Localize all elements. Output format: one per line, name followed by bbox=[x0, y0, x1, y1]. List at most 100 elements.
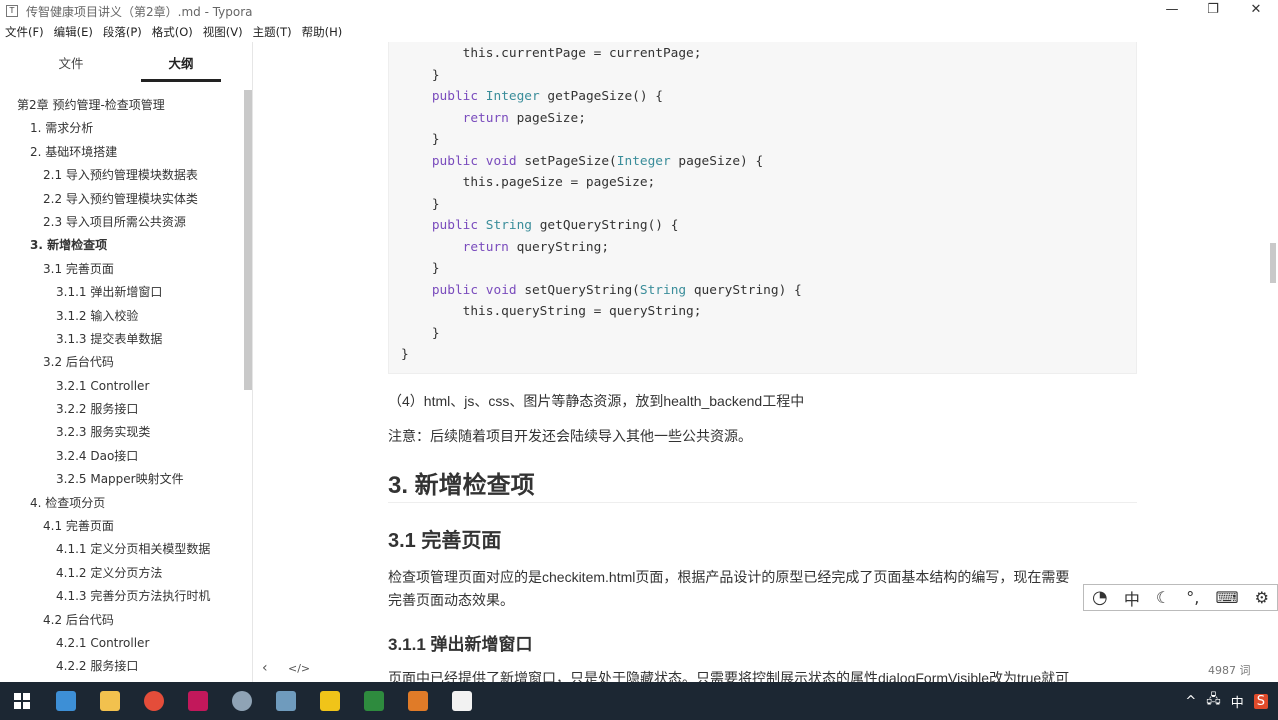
outline-item[interactable]: 1. 需求分析 bbox=[0, 117, 244, 140]
outline-item[interactable]: 3.2.2 服务接口 bbox=[0, 398, 244, 421]
ime-toolbar[interactable]: ◔ 中 ☾ °, ⌨ ⚙ bbox=[1083, 584, 1278, 611]
menu-file[interactable]: 文件(F) bbox=[0, 24, 49, 40]
outline-item[interactable]: 4.1.3 完善分页方法执行时机 bbox=[0, 585, 244, 608]
maximize-button[interactable]: ❐ bbox=[1193, 0, 1233, 22]
menu-paragraph[interactable]: 段落(P) bbox=[98, 24, 147, 40]
moon-icon[interactable]: ☾ bbox=[1156, 588, 1170, 607]
code-line: public String getQueryString() { bbox=[389, 215, 1136, 237]
paragraph-note: 注意：后续随着项目开发还会陆续导入其他一些公共资源。 bbox=[388, 428, 752, 444]
outline-item[interactable]: 4.1.1 定义分页相关模型数据 bbox=[0, 538, 244, 561]
code-line: } bbox=[389, 194, 1136, 216]
heading-popup-window: 3.1.1 弹出新增窗口 bbox=[388, 635, 533, 654]
intellij-icon[interactable] bbox=[176, 682, 220, 720]
app3-icon[interactable] bbox=[396, 682, 440, 720]
code-block[interactable]: this.currentPage = currentPage; } public… bbox=[388, 42, 1137, 374]
window-title: 传智健康项目讲义（第2章）.md - Typora bbox=[26, 4, 253, 19]
outline-item[interactable]: 2.1 导入预约管理模块数据表 bbox=[0, 164, 244, 187]
code-token: } bbox=[401, 347, 409, 362]
settings-gear-icon[interactable]: ⚙ bbox=[1255, 588, 1269, 607]
outline-item[interactable]: 3.1.3 提交表单数据 bbox=[0, 328, 244, 351]
keyboard-icon[interactable]: ⌨ bbox=[1215, 588, 1238, 607]
menu-format[interactable]: 格式(O) bbox=[147, 24, 198, 40]
ime-chinese-mode[interactable]: 中 bbox=[1124, 586, 1140, 610]
outline-item[interactable]: 4.2.1 Controller bbox=[0, 632, 244, 655]
outline-item[interactable]: 2. 基础环境搭建 bbox=[0, 141, 244, 164]
heading-new-checkitem: 3. 新增检查项 bbox=[388, 472, 535, 499]
outline-item[interactable]: 4.1.2 定义分页方法 bbox=[0, 562, 244, 585]
outline-item[interactable]: 3.1.2 输入校验 bbox=[0, 305, 244, 328]
code-token: this.currentPage = currentPage; bbox=[401, 46, 702, 61]
sogou-icon[interactable]: S bbox=[1253, 693, 1268, 709]
code-line: this.currentPage = currentPage; bbox=[389, 43, 1136, 65]
code-token: public bbox=[431, 218, 479, 233]
menu-edit[interactable]: 编辑(E) bbox=[49, 24, 98, 40]
outline-item[interactable]: 3.2.4 Dao接口 bbox=[0, 445, 244, 468]
ime-tray-indicator[interactable]: 中 bbox=[1231, 692, 1244, 711]
excel-icon[interactable] bbox=[352, 682, 396, 720]
outline-item[interactable]: 4.1 完善页面 bbox=[0, 515, 244, 538]
outline-item[interactable]: 3.1.1 弹出新增窗口 bbox=[0, 281, 244, 304]
menu-theme[interactable]: 主题(T) bbox=[248, 24, 297, 40]
outline-item[interactable]: 4. 检查项分页 bbox=[0, 492, 244, 515]
windows-start-icon[interactable] bbox=[0, 682, 44, 720]
outline-item[interactable]: 4.2.2 服务接口 bbox=[0, 655, 244, 678]
outline-item[interactable]: 3.2.1 Controller bbox=[0, 375, 244, 398]
tray-expand-icon[interactable]: ^ bbox=[1185, 694, 1196, 709]
editor-scrollbar[interactable] bbox=[1270, 243, 1276, 283]
outline-item[interactable]: 3.1 完善页面 bbox=[0, 258, 244, 281]
menu-help[interactable]: 帮助(H) bbox=[297, 24, 348, 40]
folder-icon[interactable] bbox=[88, 682, 132, 720]
code-token: queryString; bbox=[508, 239, 610, 255]
tab-outline[interactable]: 大纲 bbox=[141, 42, 221, 82]
chrome-icon[interactable] bbox=[132, 682, 176, 720]
code-token: return bbox=[462, 239, 509, 255]
code-line: } bbox=[389, 323, 1136, 345]
punctuation-icon[interactable]: °, bbox=[1186, 588, 1199, 607]
outline-item[interactable]: 3. 新增检查项 bbox=[0, 234, 244, 257]
typora-taskbar-icon[interactable] bbox=[440, 682, 484, 720]
taskbar: ^ 🖧 中 S bbox=[0, 682, 1278, 720]
close-button[interactable]: ✕ bbox=[1236, 0, 1276, 22]
code-token: void bbox=[485, 282, 517, 298]
outline-item[interactable]: 4.2 后台代码 bbox=[0, 609, 244, 632]
tab-files[interactable]: 文件 bbox=[31, 42, 111, 82]
outline-item[interactable]: 3.2.3 服务实现类 bbox=[0, 421, 244, 444]
network-icon[interactable]: 🖧 bbox=[1206, 690, 1221, 712]
source-mode-button[interactable]: </> bbox=[288, 662, 310, 675]
code-line: } bbox=[389, 65, 1136, 87]
image-viewer-icon[interactable] bbox=[264, 682, 308, 720]
code-token: } bbox=[401, 261, 440, 276]
code-token: getQueryString() { bbox=[532, 218, 679, 233]
word-count[interactable]: 4987 词 bbox=[1208, 662, 1251, 678]
system-tray: ^ 🖧 中 S bbox=[1185, 682, 1268, 720]
menu-view[interactable]: 视图(V) bbox=[198, 24, 248, 40]
code-token: } bbox=[401, 132, 440, 147]
outline-item[interactable]: 第2章 预约管理-检查项管理 bbox=[0, 94, 244, 117]
explorer-icon[interactable] bbox=[44, 682, 88, 720]
code-token: pageSize; bbox=[508, 110, 586, 126]
app-icon[interactable] bbox=[220, 682, 264, 720]
code-line: } bbox=[389, 344, 1136, 366]
sidebar-back-button[interactable]: ‹ bbox=[262, 660, 268, 676]
code-token: this.pageSize = pageSize; bbox=[401, 175, 656, 190]
sidebar-scrollbar[interactable] bbox=[244, 90, 252, 390]
outline-item[interactable]: 2.3 导入项目所需公共资源 bbox=[0, 211, 244, 234]
outline-list: 第2章 预约管理-检查项管理 1. 需求分析 2. 基础环境搭建 2.1 导入预约管理… bbox=[0, 94, 244, 679]
code-token: String bbox=[485, 218, 533, 233]
outline-item[interactable]: 3.2 后台代码 bbox=[0, 351, 244, 374]
code-token: } bbox=[401, 67, 440, 83]
app2-icon[interactable] bbox=[308, 682, 352, 720]
menu-bar: 文件(F) 编辑(E) 段落(P) 格式(O) 视图(V) 主题(T) 帮助(H… bbox=[0, 22, 1278, 42]
heading-complete-page: 3.1 完善页面 bbox=[388, 530, 502, 552]
outline-item[interactable]: 2.2 导入预约管理模块实体类 bbox=[0, 188, 244, 211]
title-bar: T 传智健康项目讲义（第2章）.md - Typora — ❐ ✕ bbox=[0, 0, 1278, 22]
ime-logo-icon[interactable]: ◔ bbox=[1092, 587, 1108, 608]
outline-item[interactable]: 3.2.5 Mapper映射文件 bbox=[0, 468, 244, 491]
minimize-button[interactable]: — bbox=[1152, 0, 1192, 22]
paragraph-checkitem-line1: 检查项管理页面对应的是checkitem.html页面，根据产品设计的原型已经完… bbox=[388, 569, 1070, 585]
